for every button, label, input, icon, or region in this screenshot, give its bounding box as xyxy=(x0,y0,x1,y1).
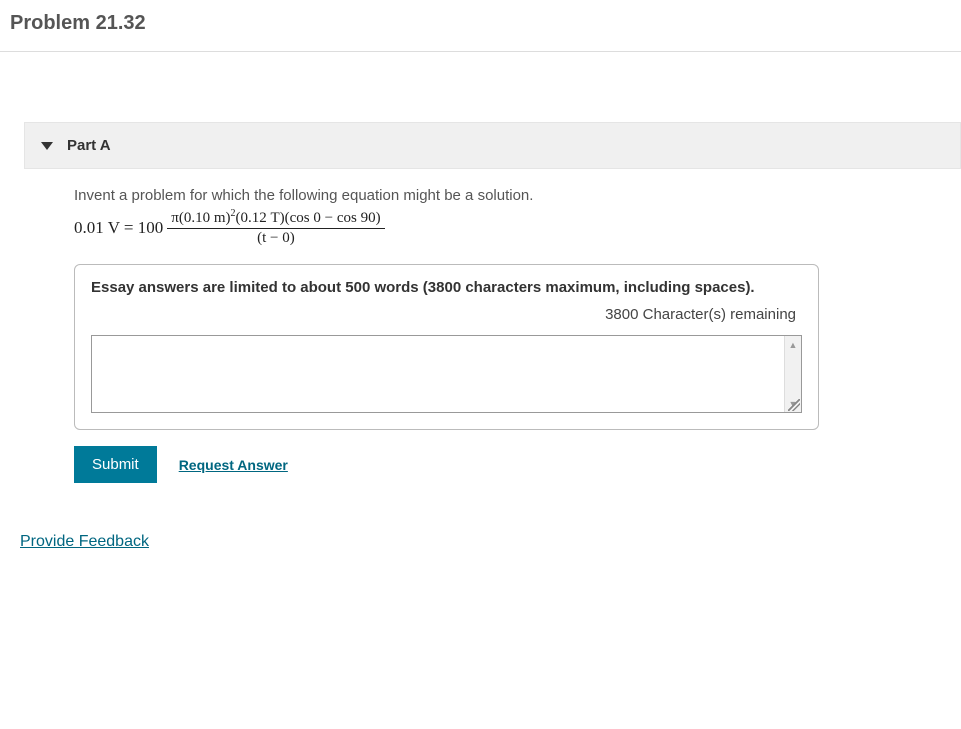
scroll-up-icon[interactable]: ▲ xyxy=(785,336,801,353)
part-a-header[interactable]: Part A xyxy=(24,122,961,169)
prompt-text: Invent a problem for which the following… xyxy=(74,187,961,204)
essay-remaining: 3800 Character(s) remaining xyxy=(91,306,802,323)
part-a-title: Part A xyxy=(67,137,111,154)
eq-num-prefix: π(0.10 m) xyxy=(171,210,230,226)
essay-notice: Essay answers are limited to about 500 w… xyxy=(91,279,802,296)
part-a-container: Part A Invent a problem for which the fo… xyxy=(24,122,961,483)
equation-fraction: π(0.10 m)2(0.12 T)(cos 0 − cos 90) (t − … xyxy=(167,210,384,246)
page-title: Problem 21.32 xyxy=(0,0,961,51)
essay-textarea-wrap: ▲ ▼ xyxy=(91,335,802,413)
essay-textarea[interactable] xyxy=(92,336,784,412)
submit-button[interactable]: Submit xyxy=(74,446,157,483)
equation-denominator: (t − 0) xyxy=(253,229,299,247)
scrollbar[interactable]: ▲ ▼ xyxy=(784,336,801,412)
request-answer-link[interactable]: Request Answer xyxy=(179,457,288,473)
scroll-down-icon[interactable]: ▼ xyxy=(785,395,801,412)
eq-num-suffix: (0.12 T)(cos 0 − cos 90) xyxy=(235,210,380,226)
actions-row: Submit Request Answer xyxy=(74,446,961,483)
essay-panel: Essay answers are limited to about 500 w… xyxy=(74,264,819,430)
caret-down-icon xyxy=(41,142,53,150)
equation: 0.01 V = 100 π(0.10 m)2(0.12 T)(cos 0 − … xyxy=(74,210,961,246)
equation-numerator: π(0.10 m)2(0.12 T)(cos 0 − cos 90) xyxy=(167,210,384,229)
equation-lhs: 0.01 V = 100 xyxy=(74,218,163,238)
part-a-body: Invent a problem for which the following… xyxy=(24,169,961,483)
divider xyxy=(0,51,961,52)
provide-feedback-link[interactable]: Provide Feedback xyxy=(20,533,149,551)
